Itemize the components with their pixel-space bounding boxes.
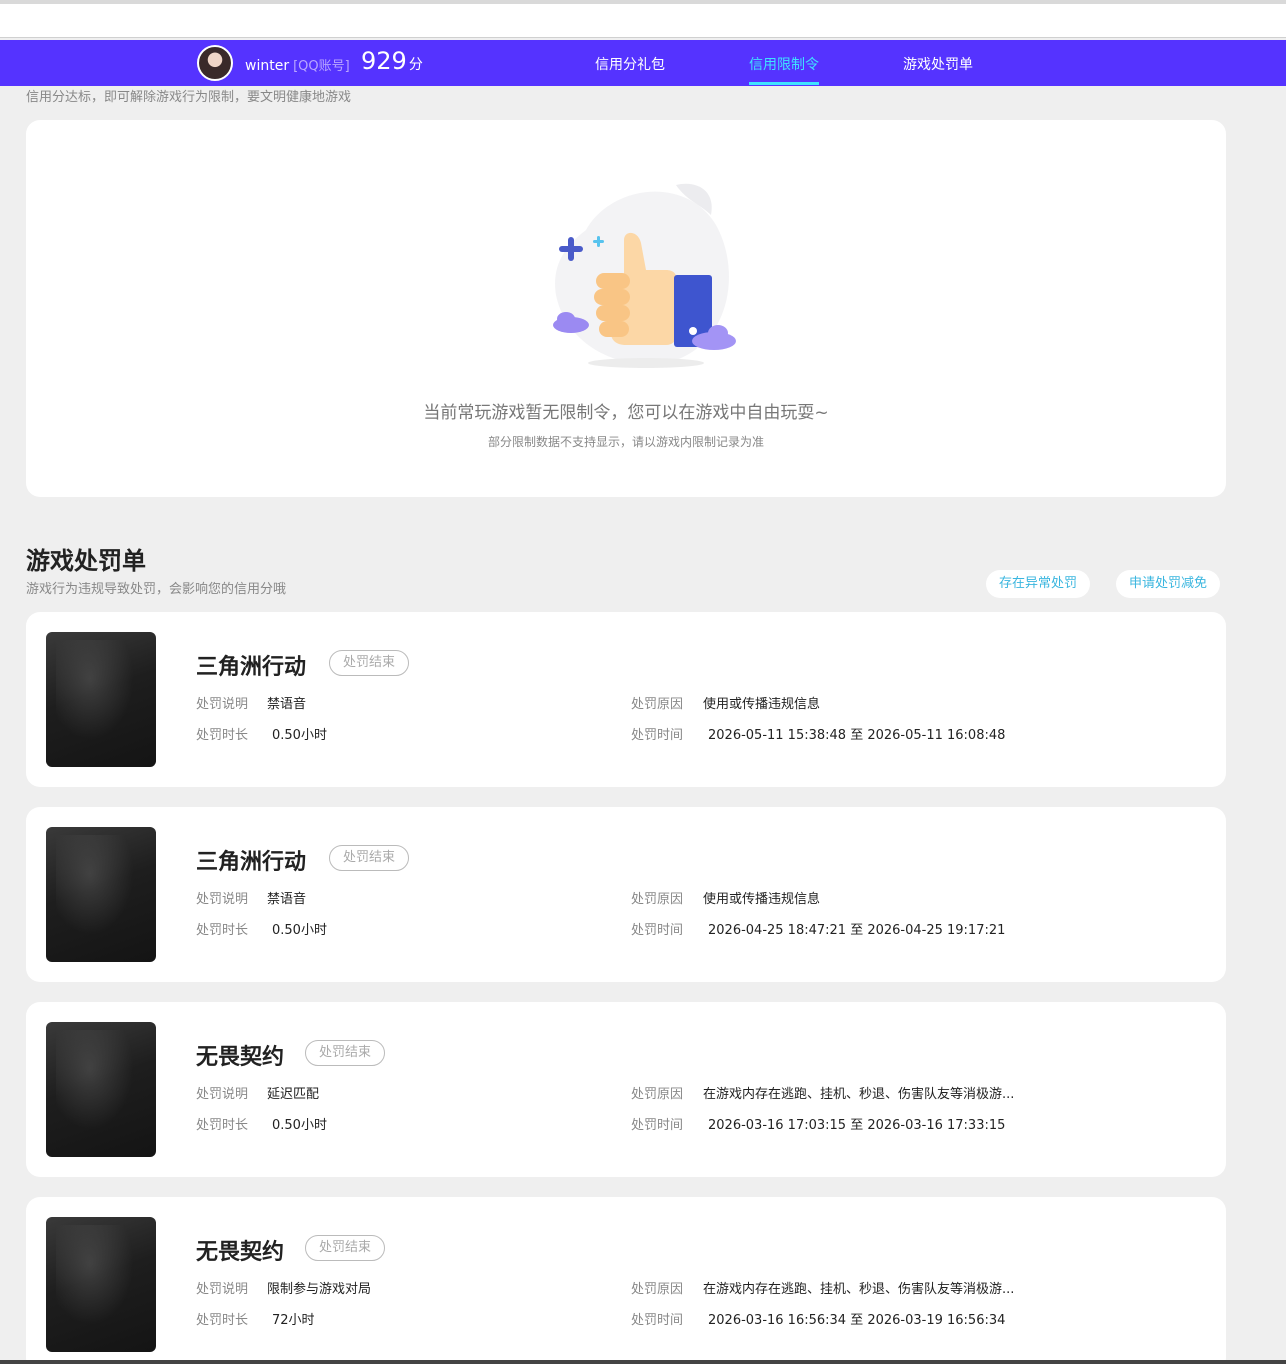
- penalty-desc-value: 禁语音: [267, 892, 307, 907]
- empty-state-note: 部分限制数据不支持显示，请以游戏内限制记录为准: [487, 435, 764, 449]
- tab-credit-gift[interactable]: 信用分礼包: [595, 54, 665, 74]
- account-type: [QQ账号]: [293, 59, 350, 74]
- penalty-reason-value: 在游戏内存在逃跑、挂机、秒退、伤害队友等消极游...: [703, 1087, 1015, 1102]
- tab-penalty[interactable]: 游戏处罚单: [903, 54, 973, 74]
- game-thumbnail: [46, 1217, 156, 1352]
- penalty-desc-label: 处罚说明: [196, 892, 249, 907]
- penalty-card[interactable]: 无畏契约 处罚结束 处罚说明 限制参与游戏对局 处罚时长 72小时 处罚原因 在…: [26, 1197, 1226, 1364]
- abnormal-penalty-button[interactable]: 存在异常处罚: [986, 570, 1091, 598]
- penalty-time-label: 处罚时间: [631, 1313, 684, 1328]
- penalty-desc-label: 处罚说明: [196, 1282, 249, 1297]
- empty-state-title: 当前常玩游戏暂无限制令，您可以在游戏中自由玩耍~: [423, 403, 829, 423]
- username: winter: [245, 58, 290, 74]
- status-badge: 处罚结束: [329, 845, 410, 871]
- penalty-time-value: 2026-04-25 18:47:21 至 2026-04-25 19:17:2…: [708, 923, 1006, 938]
- browser-toolbar-strip: [0, 0, 1286, 38]
- status-badge: 处罚结束: [305, 1040, 386, 1066]
- thumbs-up-illustration: [553, 183, 736, 368]
- penalty-reason-label: 处罚原因: [631, 1087, 684, 1102]
- penalty-time-value: 2026-05-11 15:38:48 至 2026-05-11 16:08:4…: [708, 728, 1006, 743]
- penalty-reason-label: 处罚原因: [631, 1282, 684, 1297]
- avatar[interactable]: [197, 45, 233, 81]
- penalty-time-label: 处罚时间: [631, 1118, 684, 1133]
- penalty-duration-value: 0.50小时: [272, 1118, 327, 1133]
- penalty-reason-value: 使用或传播违规信息: [703, 892, 821, 907]
- penalty-reason-value: 在游戏内存在逃跑、挂机、秒退、伤害队友等消极游...: [703, 1282, 1015, 1297]
- penalty-card[interactable]: 无畏契约 处罚结束 处罚说明 延迟匹配 处罚时长 0.50小时 处罚原因 在游戏…: [26, 1002, 1226, 1177]
- status-badge: 处罚结束: [329, 650, 410, 676]
- user-info: winter [QQ账号]: [245, 55, 350, 74]
- score-unit: 分: [408, 57, 423, 73]
- penalty-duration-label: 处罚时长: [196, 1118, 249, 1133]
- game-name: 三角洲行动: [196, 850, 307, 875]
- penalty-desc-value: 禁语音: [267, 697, 307, 712]
- game-thumbnail: [46, 827, 156, 962]
- penalty-desc-value: 限制参与游戏对局: [267, 1282, 372, 1297]
- penalty-reason-label: 处罚原因: [631, 892, 684, 907]
- penalty-section-title: 游戏处罚单: [26, 547, 146, 575]
- restriction-empty-card: 当前常玩游戏暂无限制令，您可以在游戏中自由玩耍~ 部分限制数据不支持显示，请以游…: [26, 120, 1226, 497]
- penalty-duration-label: 处罚时长: [196, 1313, 249, 1328]
- credit-score: 929 分: [361, 47, 423, 75]
- game-name: 无畏契约: [196, 1045, 285, 1070]
- penalty-card[interactable]: 三角洲行动 处罚结束 处罚说明 禁语音 处罚时长 0.50小时 处罚原因 使用或…: [26, 807, 1226, 982]
- penalty-card[interactable]: 三角洲行动 处罚结束 处罚说明 禁语音 处罚时长 0.50小时 处罚原因 使用或…: [26, 612, 1226, 787]
- penalty-desc-value: 延迟匹配: [267, 1087, 320, 1102]
- penalty-duration-label: 处罚时长: [196, 923, 249, 938]
- game-thumbnail: [46, 632, 156, 767]
- restriction-subtitle: 信用分达标，即可解除游戏行为限制，要文明健康地游戏: [26, 90, 352, 105]
- game-name: 无畏契约: [196, 1240, 285, 1265]
- penalty-duration-value: 0.50小时: [272, 923, 327, 938]
- window-bottom-edge: [0, 1360, 1286, 1364]
- penalty-reason-label: 处罚原因: [631, 697, 684, 712]
- penalty-time-value: 2026-03-16 17:03:15 至 2026-03-16 17:33:1…: [708, 1118, 1006, 1133]
- tab-credit-restriction[interactable]: 信用限制令: [749, 54, 819, 74]
- game-thumbnail: [46, 1022, 156, 1157]
- penalty-time-label: 处罚时间: [631, 923, 684, 938]
- status-badge: 处罚结束: [305, 1235, 386, 1261]
- score-value: 929: [361, 47, 407, 75]
- penalty-duration-value: 0.50小时: [272, 728, 327, 743]
- penalty-duration-value: 72小时: [272, 1313, 315, 1328]
- penalty-reason-value: 使用或传播违规信息: [703, 697, 821, 712]
- penalty-section-subtitle: 游戏行为违规导致处罚，会影响您的信用分哦: [26, 582, 287, 597]
- penalty-time-label: 处罚时间: [631, 728, 684, 743]
- active-tab-indicator: [749, 82, 819, 85]
- game-name: 三角洲行动: [196, 655, 307, 680]
- penalty-desc-label: 处罚说明: [196, 697, 249, 712]
- appeal-penalty-button[interactable]: 申请处罚减免: [1116, 570, 1221, 598]
- top-navigation-bar: winter [QQ账号] 929 分 信用分礼包 信用限制令 游戏处罚单: [0, 40, 1286, 86]
- penalty-desc-label: 处罚说明: [196, 1087, 249, 1102]
- penalty-duration-label: 处罚时长: [196, 728, 249, 743]
- penalty-time-value: 2026-03-16 16:56:34 至 2026-03-19 16:56:3…: [708, 1313, 1006, 1328]
